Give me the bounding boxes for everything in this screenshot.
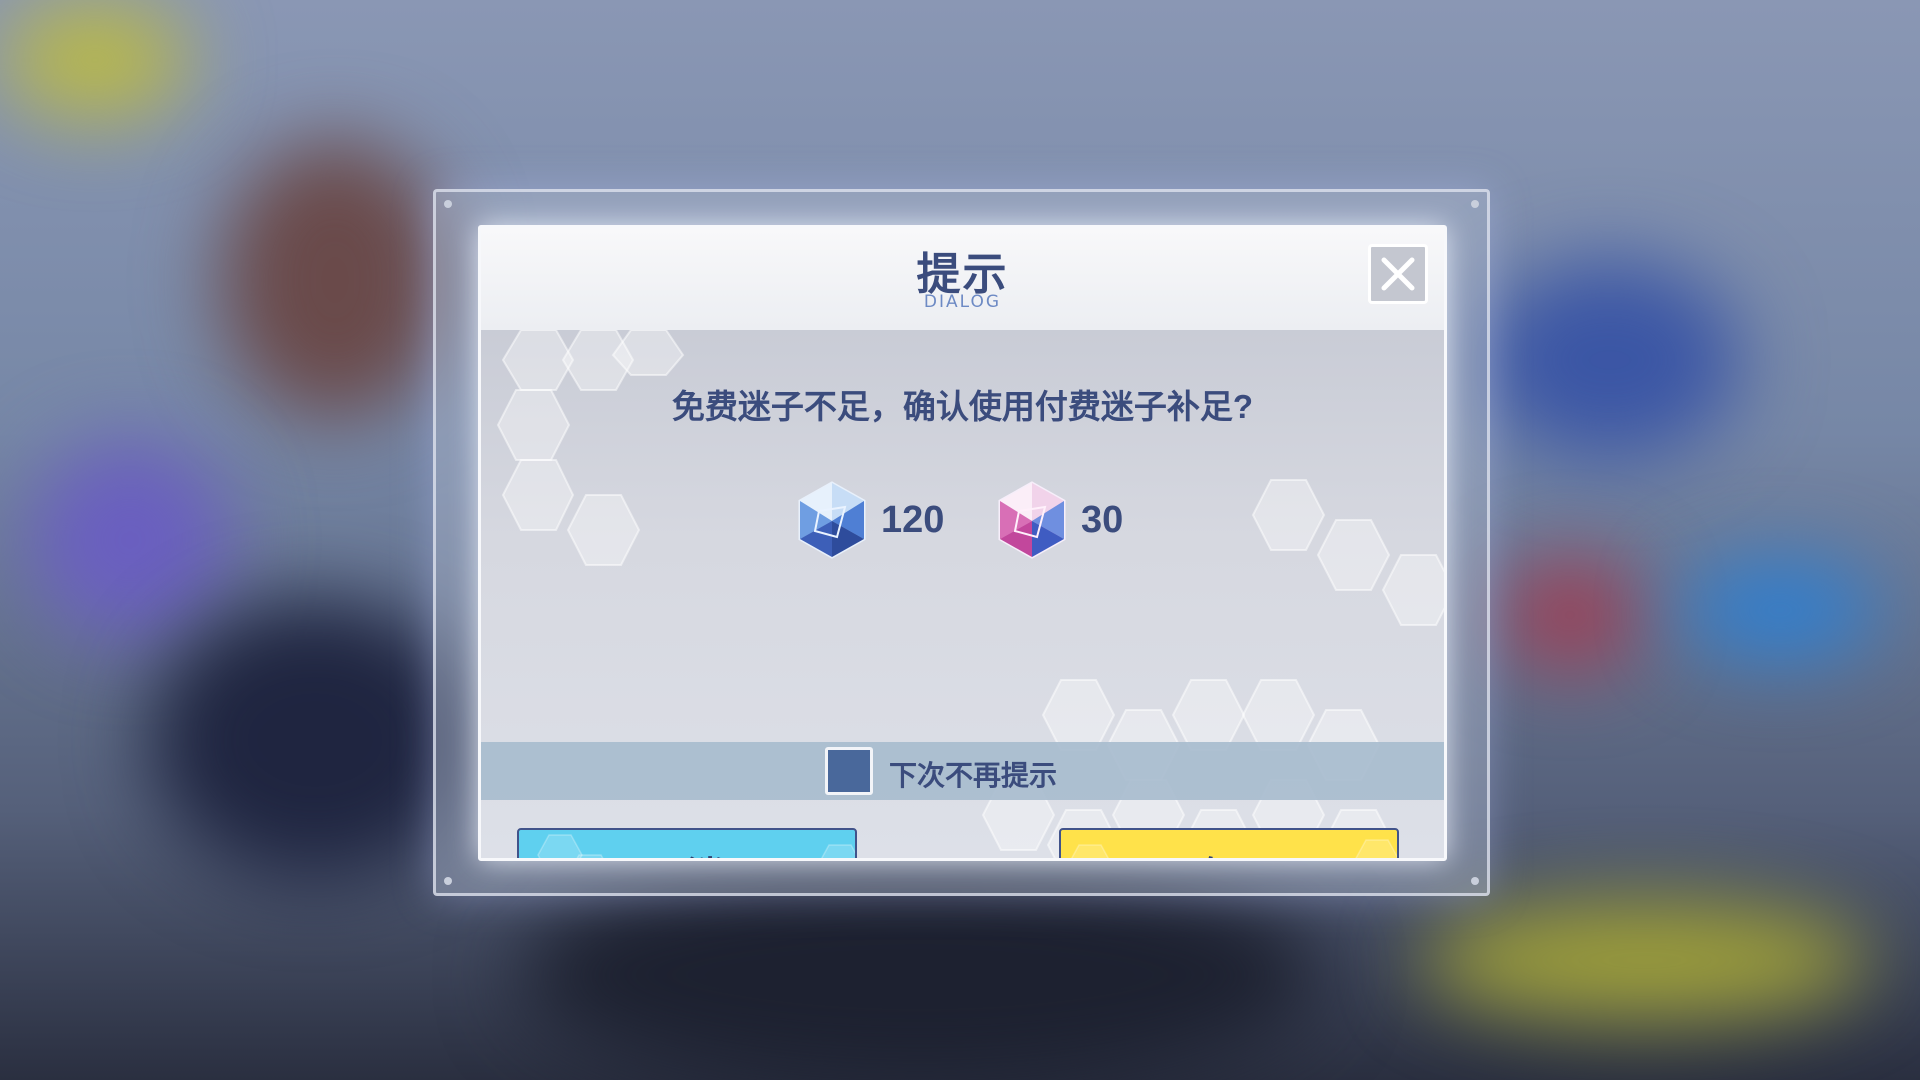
confirm-message: 免费迷子不足，确认使用付费迷子补足? xyxy=(671,388,1254,425)
dialog-panel: 提示 DIALOG 免费迷子不足，确认使用付费迷子补足? 120 30 下次不再… xyxy=(478,225,1447,861)
dont-remind-label: 下次不再提示 xyxy=(889,760,1058,791)
blue-crystal-amount: 120 xyxy=(881,498,945,541)
buy-button[interactable]: 购买 xyxy=(1059,828,1399,859)
pink-crystal-amount: 30 xyxy=(1081,498,1124,541)
dialog-header: 提示 DIALOG xyxy=(481,228,1444,330)
dont-remind-row: 下次不再提示 xyxy=(481,742,1444,800)
close-button[interactable] xyxy=(1368,244,1428,304)
cancel-button-label: 取消 xyxy=(647,846,727,859)
cancel-button[interactable]: 取消 xyxy=(517,828,857,859)
blue-crystal-icon xyxy=(798,481,866,559)
buy-button-label: 购买 xyxy=(1189,846,1269,859)
pink-crystal-icon xyxy=(998,481,1066,559)
dont-remind-checkbox[interactable] xyxy=(825,747,873,795)
cost-pink-crystal: 30 xyxy=(997,480,1123,560)
dialog-subtitle: DIALOG xyxy=(923,292,1002,312)
close-icon xyxy=(1381,257,1415,291)
cost-blue-crystal: 120 xyxy=(797,480,944,560)
